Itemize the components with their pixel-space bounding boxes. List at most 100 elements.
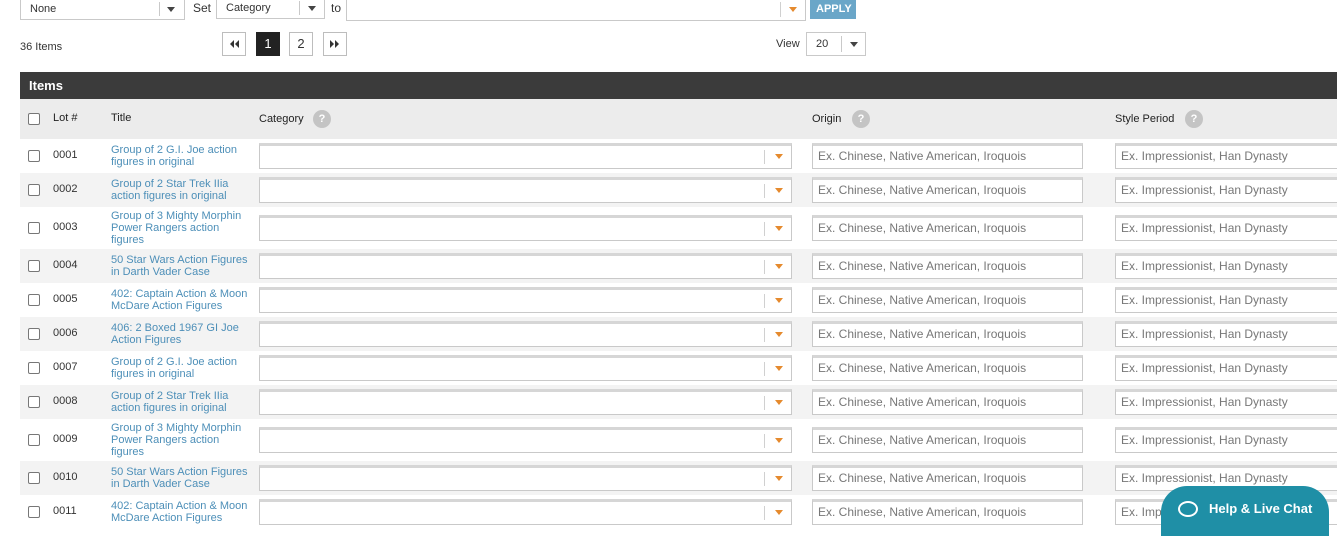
item-title-link[interactable]: 50 Star Wars Action Figures in Darth Vad… <box>111 466 251 490</box>
row-checkbox[interactable] <box>28 184 40 196</box>
origin-input[interactable]: Ex. Chinese, Native American, Iroquois <box>812 143 1083 169</box>
category-select[interactable] <box>259 321 792 347</box>
category-select[interactable] <box>259 143 792 169</box>
view-label: View <box>776 38 800 50</box>
style-period-input[interactable]: Ex. Impressionist, Han Dynasty <box>1115 253 1337 279</box>
style-period-input[interactable]: Ex. Impressionist, Han Dynasty <box>1115 287 1337 313</box>
item-title-link[interactable]: Group of 2 G.I. Joe action figures in or… <box>111 356 251 380</box>
origin-input[interactable]: Ex. Chinese, Native American, Iroquois <box>812 465 1083 491</box>
select-divider <box>764 150 765 164</box>
origin-input[interactable]: Ex. Chinese, Native American, Iroquois <box>812 427 1083 453</box>
table-row: 0011 402: Captain Action & Moon McDare Ac… <box>20 495 1337 529</box>
style-period-input[interactable]: Ex. Impressionist, Han Dynasty <box>1115 427 1337 453</box>
select-divider <box>299 1 300 15</box>
item-title-link[interactable]: 402: Captain Action & Moon McDare Action… <box>111 288 251 312</box>
table-row: 0008 Group of 2 Star Trek IIia action fig… <box>20 385 1337 419</box>
category-help-icon[interactable]: ? <box>313 110 331 128</box>
item-title-link[interactable]: Group of 3 Mighty Morphin Power Rangers … <box>111 422 251 458</box>
style-period-input[interactable]: Ex. Impressionist, Han Dynasty <box>1115 215 1337 241</box>
origin-input[interactable]: Ex. Chinese, Native American, Iroquois <box>812 355 1083 381</box>
live-chat-label: Help & Live Chat <box>1209 501 1313 516</box>
lot-number: 0005 <box>53 293 78 305</box>
origin-help-icon[interactable]: ? <box>852 110 870 128</box>
field-select[interactable]: Category <box>216 0 325 19</box>
last-page-button[interactable] <box>323 32 347 56</box>
chevron-down-icon <box>775 332 783 337</box>
chevron-down-icon <box>850 42 858 47</box>
title-column-header[interactable]: Title <box>111 112 131 124</box>
set-value-combobox[interactable] <box>346 0 806 21</box>
origin-input[interactable]: Ex. Chinese, Native American, Iroquois <box>812 253 1083 279</box>
double-chevron-right-icon <box>330 40 339 48</box>
select-divider <box>159 2 160 16</box>
row-checkbox[interactable] <box>28 396 40 408</box>
page-2-button[interactable]: 2 <box>289 32 313 56</box>
category-select[interactable] <box>259 253 792 279</box>
origin-input[interactable]: Ex. Chinese, Native American, Iroquois <box>812 499 1083 525</box>
origin-input[interactable]: Ex. Chinese, Native American, Iroquois <box>812 215 1083 241</box>
select-all-checkbox[interactable] <box>28 113 40 125</box>
item-title-link[interactable]: 402: Captain Action & Moon McDare Action… <box>111 500 251 524</box>
row-checkbox[interactable] <box>28 222 40 234</box>
origin-input[interactable]: Ex. Chinese, Native American, Iroquois <box>812 177 1083 203</box>
category-select[interactable] <box>259 427 792 453</box>
category-select[interactable] <box>259 177 792 203</box>
chevron-down-icon <box>308 6 316 11</box>
table-row: 0001 Group of 2 G.I. Joe action figures i… <box>20 139 1337 173</box>
table-row: 0005 402: Captain Action & Moon McDare Ac… <box>20 283 1337 317</box>
style-period-input[interactable]: Ex. Impressionist, Han Dynasty <box>1115 355 1337 381</box>
chevron-down-icon <box>167 7 175 12</box>
select-divider <box>764 294 765 308</box>
row-checkbox[interactable] <box>28 150 40 162</box>
double-chevron-left-icon <box>230 40 239 48</box>
table-row: 0007 Group of 2 G.I. Joe action figures i… <box>20 351 1337 385</box>
chevron-down-icon <box>775 226 783 231</box>
category-select[interactable] <box>259 355 792 381</box>
select-divider <box>764 396 765 410</box>
items-count: 36 Items <box>20 41 63 53</box>
page-1-button[interactable]: 1 <box>256 32 280 56</box>
lot-number: 0010 <box>53 471 78 483</box>
category-select[interactable] <box>259 499 792 525</box>
row-checkbox[interactable] <box>28 472 40 484</box>
lot-number: 0007 <box>53 361 78 373</box>
lot-column-header[interactable]: Lot # <box>53 112 77 124</box>
style-period-input[interactable]: Ex. Impressionist, Han Dynasty <box>1115 389 1337 415</box>
field-select-value: Category <box>226 2 271 14</box>
to-label: to <box>331 1 342 15</box>
item-title-link[interactable]: 406: 2 Boxed 1967 GI Joe Action Figures <box>111 322 251 346</box>
view-select-value: 20 <box>816 38 829 50</box>
live-chat-button[interactable]: Help & Live Chat <box>1161 486 1329 536</box>
style-period-help-icon[interactable]: ? <box>1185 110 1203 128</box>
style-period-input[interactable]: Ex. Impressionist, Han Dynasty <box>1115 321 1337 347</box>
lot-number: 0006 <box>53 327 78 339</box>
style-period-column-header: Style Period <box>1115 113 1175 125</box>
item-title-link[interactable]: Group of 2 G.I. Joe action figures in or… <box>111 144 251 168</box>
row-checkbox[interactable] <box>28 506 40 518</box>
category-select[interactable] <box>259 465 792 491</box>
row-checkbox[interactable] <box>28 362 40 374</box>
origin-input[interactable]: Ex. Chinese, Native American, Iroquois <box>812 389 1083 415</box>
row-checkbox[interactable] <box>28 328 40 340</box>
item-title-link[interactable]: Group of 2 Star Trek IIia action figures… <box>111 390 251 414</box>
item-title-link[interactable]: Group of 3 Mighty Morphin Power Rangers … <box>111 210 251 246</box>
row-checkbox[interactable] <box>28 260 40 272</box>
category-select[interactable] <box>259 287 792 313</box>
view-select[interactable]: 20 <box>806 32 866 56</box>
select-divider <box>764 222 765 236</box>
first-page-button[interactable] <box>222 32 246 56</box>
style-period-input[interactable]: Ex. Impressionist, Han Dynasty <box>1115 177 1337 203</box>
style-period-input[interactable]: Ex. Impressionist, Han Dynasty <box>1115 143 1337 169</box>
row-checkbox[interactable] <box>28 294 40 306</box>
category-select[interactable] <box>259 215 792 241</box>
item-title-link[interactable]: 50 Star Wars Action Figures in Darth Vad… <box>111 254 251 278</box>
item-title-link[interactable]: Group of 2 Star Trek IIia action figures… <box>111 178 251 202</box>
row-checkbox[interactable] <box>28 434 40 446</box>
items-section-header: Items <box>20 72 1337 99</box>
origin-input[interactable]: Ex. Chinese, Native American, Iroquois <box>812 287 1083 313</box>
origin-input[interactable]: Ex. Chinese, Native American, Iroquois <box>812 321 1083 347</box>
bulk-select[interactable]: None <box>20 0 185 20</box>
category-select[interactable] <box>259 389 792 415</box>
apply-button[interactable]: APPLY <box>810 0 856 19</box>
category-column-header: Category <box>259 113 304 125</box>
